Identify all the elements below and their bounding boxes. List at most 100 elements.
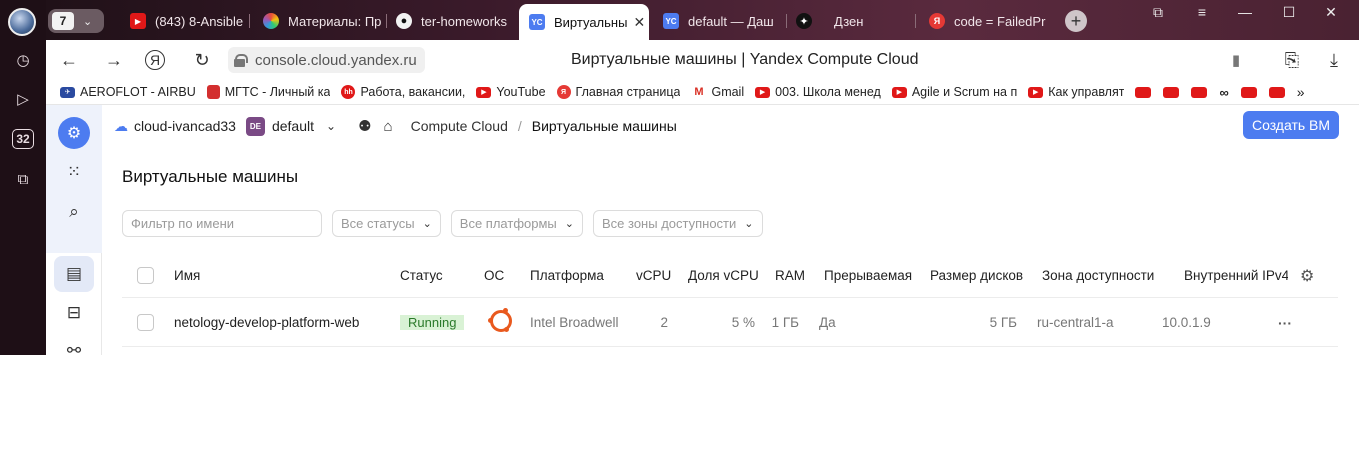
breadcrumb-cloud[interactable]: cloud-ivancad33 [134,118,236,134]
table-row[interactable]: netology-develop-platform-web Running In… [122,299,1338,347]
column-header-os[interactable]: ОС [484,268,530,283]
virtual-machines-icon[interactable]: ▤ [54,256,94,292]
chevron-down-icon: ⌄ [744,217,754,230]
tab-code-failed[interactable]: Я code = FailedPr [929,6,1049,36]
dzen-icon: ✦ [796,13,812,29]
vm-name-link[interactable]: netology-develop-platform-web [174,315,400,330]
youtube-icon[interactable] [1191,86,1208,98]
bookmark-label: Работа, вакансии, [360,85,466,99]
tab-ansible[interactable]: ▶ (843) 8-Ansible [130,6,250,36]
tab-strip: 7 ⌄ ▶ (843) 8-Ansible Материалы: Пр ● te… [46,0,1359,40]
url-text: console.cloud.yandex.ru [255,51,417,69]
breadcrumb-folder[interactable]: default [272,118,314,134]
youtube-icon[interactable] [1240,86,1257,98]
select-all-checkbox[interactable] [137,267,154,284]
zone-cell: ru-central1-a [1037,315,1114,330]
home-icon[interactable]: ⌂ [384,118,393,135]
zone-filter-select[interactable]: Все зоны доступности ⌄ [593,209,763,237]
platform-filter-select[interactable]: Все платформы ⌄ [450,209,583,237]
column-header-internal-ip[interactable]: Внутренний IPv4 [1184,268,1288,283]
download-icon[interactable]: ⤓ [1322,48,1346,72]
window-close-icon[interactable]: ✕ [1316,2,1346,22]
yandex-cloud-logo-icon[interactable]: ⚙ [58,117,90,149]
bookmark-label: Главная страница [575,85,681,99]
bookmark-item[interactable]: Я Главная страница [556,85,681,99]
screenshot-icon[interactable]: ⧉ [11,167,35,191]
column-header-platform[interactable]: Платформа [530,268,636,283]
reader-mode-icon[interactable]: ⎘ [1280,48,1304,72]
bookmarks-more[interactable]: » [1297,84,1305,100]
bookmark-item[interactable]: M Gmail [691,85,744,99]
yandex-home-icon[interactable]: Я [145,50,165,70]
bookmark-item[interactable]: ▶ YouTube [476,85,546,99]
link-icon[interactable]: ∞ [1219,85,1228,100]
collections-icon[interactable]: ⧉ [1143,2,1173,22]
ram-cell: 1 ГБ [771,315,799,330]
profile-avatar[interactable] [8,8,36,36]
bookmark-item[interactable]: ▶ 003. Школа менед [755,85,881,99]
status-cell: Running [400,315,484,330]
tab-label: Дзен [834,13,864,29]
column-header-core-fraction[interactable]: Доля vCPU [688,268,775,283]
table-settings-gear-icon[interactable]: ⚙ [1300,266,1314,286]
name-filter-input[interactable]: Фильтр по имени [122,209,322,237]
tab-label: default — Даш [688,13,774,29]
reload-icon[interactable]: ↻ [190,48,214,72]
back-arrow-icon[interactable]: ← [57,48,81,72]
column-header-status[interactable]: Статус [400,268,484,283]
notification-badge-icon[interactable]: 32 [11,127,35,151]
bookmark-icon[interactable]: ▮ [1224,48,1248,72]
status-filter-select[interactable]: Все статусы ⌄ [332,209,441,237]
tab-count-button[interactable]: 7 ⌄ [48,9,104,33]
youtube-icon[interactable] [1268,86,1285,98]
bookmark-item[interactable]: ✈ AEROFLOT - AIRBU [60,85,196,99]
play-icon[interactable]: ▷ [11,87,35,111]
search-icon[interactable]: ⌕ [62,200,86,224]
tab-github[interactable]: ● ter-homeworks [396,6,514,36]
column-header-preemptible[interactable]: Прерываемая [824,268,930,283]
lock-icon [234,54,248,67]
close-icon[interactable]: ✕ [633,14,645,31]
bookmark-item[interactable]: ▶ Agile и Scrum на п [891,85,1017,99]
column-header-zone[interactable]: Зона доступности [1042,268,1184,283]
bookmark-item[interactable]: МГТС - Личный ка [206,85,330,99]
tab-materials[interactable]: Материалы: Пр [263,6,387,36]
bookmark-item[interactable]: ▶ Как управлят [1028,85,1124,99]
forward-arrow-icon[interactable]: → [102,48,126,72]
youtube-icon[interactable] [1135,86,1152,98]
chevron-down-icon[interactable]: ⌄ [326,119,336,133]
new-tab-button[interactable]: + [1065,10,1087,32]
column-header-disk-size[interactable]: Размер дисков [930,268,1042,283]
tab-virtual-machines[interactable]: YC Виртуальны ✕ [519,4,649,40]
column-header-name[interactable]: Имя [174,268,400,283]
tab-label: Материалы: Пр [288,13,382,29]
breadcrumb-service[interactable]: Compute Cloud [411,118,508,134]
page-heading: Виртуальные машины [122,167,299,186]
services-graph-icon[interactable]: ⚉ [358,117,371,135]
bookmark-item[interactable]: hh Работа, вакансии, [341,85,465,99]
bookmark-label: YouTube [496,85,546,99]
row-actions-menu-icon[interactable]: ··· [1278,315,1292,331]
network-icon[interactable]: ⚯ [62,339,86,355]
youtube-icon[interactable] [1163,86,1180,98]
tab-default-dashboard[interactable]: YC default — Даш [663,6,787,36]
ubuntu-icon [488,308,512,332]
status-badge: Running [400,315,465,330]
bookmark-label: Gmail [711,85,745,99]
create-vm-button[interactable]: Создать ВМ [1243,111,1339,139]
maximize-icon[interactable]: ☐ [1274,2,1304,22]
tab-label: code = FailedPr [954,13,1046,29]
address-bar[interactable]: console.cloud.yandex.ru [228,47,425,73]
chevron-down-icon: ⌄ [564,217,574,230]
platform-cell: Intel Broadwell [530,315,619,330]
history-icon[interactable]: ◷ [11,48,35,72]
column-header-ram[interactable]: RAM [775,268,824,283]
minimize-icon[interactable]: — [1230,2,1260,22]
menu-icon[interactable]: ≡ [1187,2,1217,22]
column-header-vcpu[interactable]: vCPU [636,268,688,283]
tab-dzen[interactable]: ✦ Дзен [796,6,916,36]
row-checkbox[interactable] [137,314,154,331]
os-cell [484,308,530,335]
all-services-icon[interactable]: ⁙ [62,160,86,184]
disks-icon[interactable]: ⊟ [62,301,86,325]
